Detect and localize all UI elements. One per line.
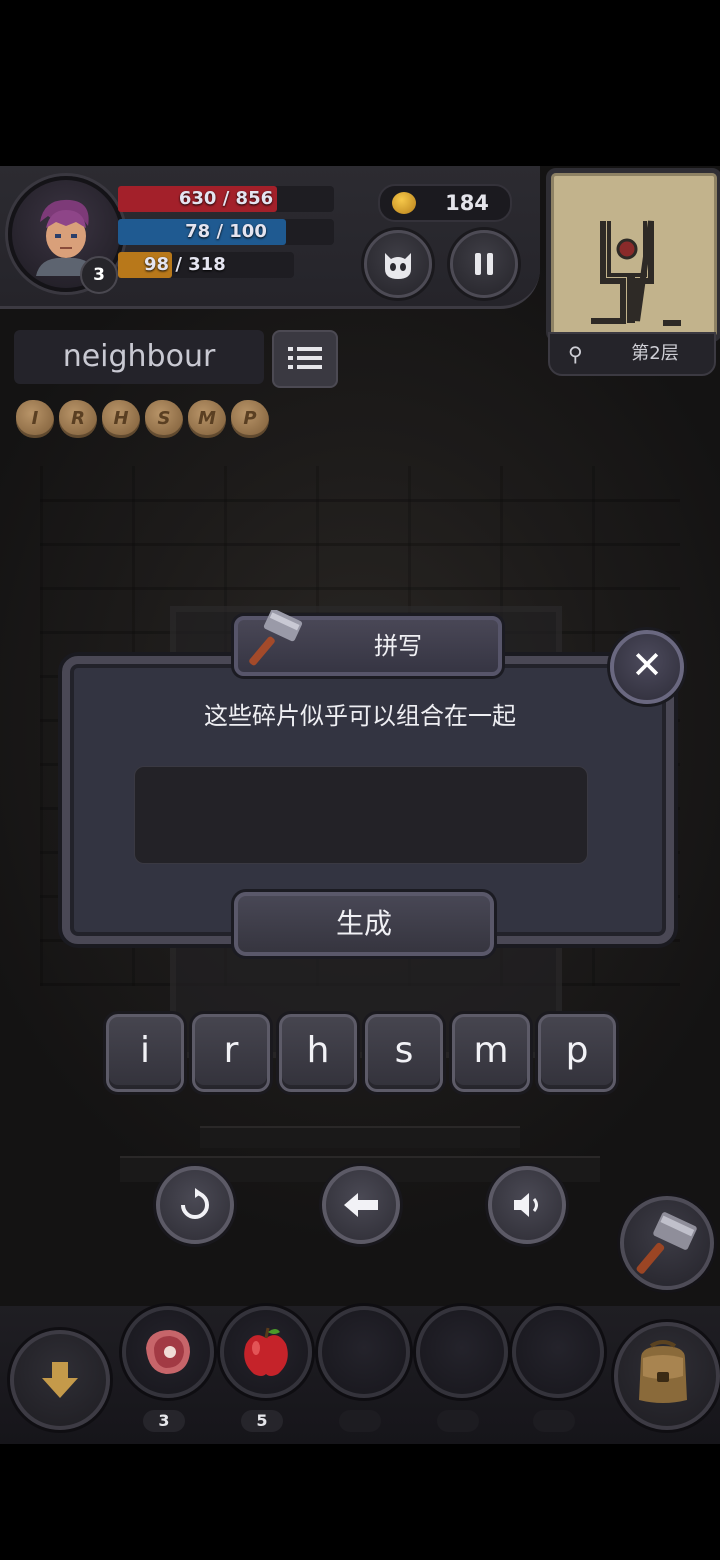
inventory-slot[interactable] <box>122 1306 214 1398</box>
slot-count <box>437 1410 479 1432</box>
fragment-stone: H <box>102 400 140 438</box>
target-word: neighbour <box>14 330 264 384</box>
pause-icon <box>475 253 493 275</box>
inventory-slot[interactable] <box>416 1306 508 1398</box>
letter-key[interactable]: h <box>279 1014 357 1092</box>
pause-button[interactable] <box>450 230 518 298</box>
gold-counter: 184 <box>378 184 512 222</box>
inventory-slot[interactable] <box>220 1306 312 1398</box>
letter-key[interactable]: r <box>192 1014 270 1092</box>
letter-key[interactable]: m <box>452 1014 530 1092</box>
minimap[interactable] <box>546 168 720 342</box>
gold-coin-icon <box>392 192 416 214</box>
inventory-slot[interactable] <box>318 1306 410 1398</box>
backpack-button[interactable] <box>614 1322 720 1430</box>
craft-button[interactable] <box>620 1196 714 1290</box>
spell-input[interactable] <box>134 766 588 864</box>
hp-bar: 630 / 856 <box>118 186 334 212</box>
hp-text: 630 / 856 <box>178 188 274 209</box>
slot-count <box>339 1410 381 1432</box>
fragment-stone: P <box>231 400 269 438</box>
descend-button[interactable] <box>10 1330 110 1430</box>
xp-bar: 98 / 318 <box>118 252 294 278</box>
fragment-stone: R <box>59 400 97 438</box>
letter-key[interactable]: i <box>106 1014 184 1092</box>
reset-button[interactable] <box>156 1166 234 1244</box>
meat-icon <box>146 1330 190 1374</box>
reset-icon <box>181 1188 209 1219</box>
mp-bar: 78 / 100 <box>118 219 334 245</box>
backspace-icon <box>344 1193 378 1217</box>
apple-icon <box>244 1327 288 1376</box>
game-screen: 3 630 / 856 78 / 100 98 / 318 184 ⚲ 第2层 … <box>0 166 720 1444</box>
dungeon-step <box>200 1126 520 1148</box>
backspace-button[interactable] <box>322 1166 400 1244</box>
slot-count: 5 <box>241 1410 283 1432</box>
slot-count <box>533 1410 575 1432</box>
letter-key[interactable]: p <box>538 1014 616 1092</box>
inventory-slot[interactable] <box>512 1306 604 1398</box>
speaker-icon <box>514 1193 538 1217</box>
dialog-title-tab: 拼写 <box>234 610 502 676</box>
monster-face-icon <box>385 253 411 279</box>
fragment-stone: S <box>145 400 183 438</box>
gold-value: 184 <box>445 191 489 215</box>
magnifier-icon: ⚲ <box>568 342 583 366</box>
dungeon-map-icon <box>591 220 681 326</box>
hammer-icon <box>636 1212 697 1274</box>
fragment-stone: M <box>188 400 226 438</box>
generate-button[interactable]: 生成 <box>234 892 494 956</box>
mp-text: 78 / 100 <box>185 221 267 242</box>
list-icon <box>288 347 322 369</box>
letter-key[interactable]: s <box>365 1014 443 1092</box>
sound-button[interactable] <box>488 1166 566 1244</box>
monster-button[interactable] <box>364 230 432 298</box>
slot-count: 3 <box>143 1410 185 1432</box>
arrow-down-icon <box>42 1362 78 1398</box>
level-badge: 3 <box>80 256 118 294</box>
word-list-button[interactable] <box>272 330 338 388</box>
dialog-title: 拼写 <box>374 632 422 660</box>
dialog-prompt: 这些碎片似乎可以组合在一起 <box>204 702 516 730</box>
close-button[interactable]: ✕ <box>610 630 684 704</box>
backpack-icon <box>639 1340 687 1403</box>
floor-text: 第2层 <box>631 343 679 364</box>
fragment-stone: I <box>16 400 54 438</box>
xp-text: 98 / 318 <box>144 254 226 275</box>
hammer-icon <box>249 610 303 666</box>
floor-indicator[interactable]: ⚲ 第2层 <box>548 332 716 376</box>
